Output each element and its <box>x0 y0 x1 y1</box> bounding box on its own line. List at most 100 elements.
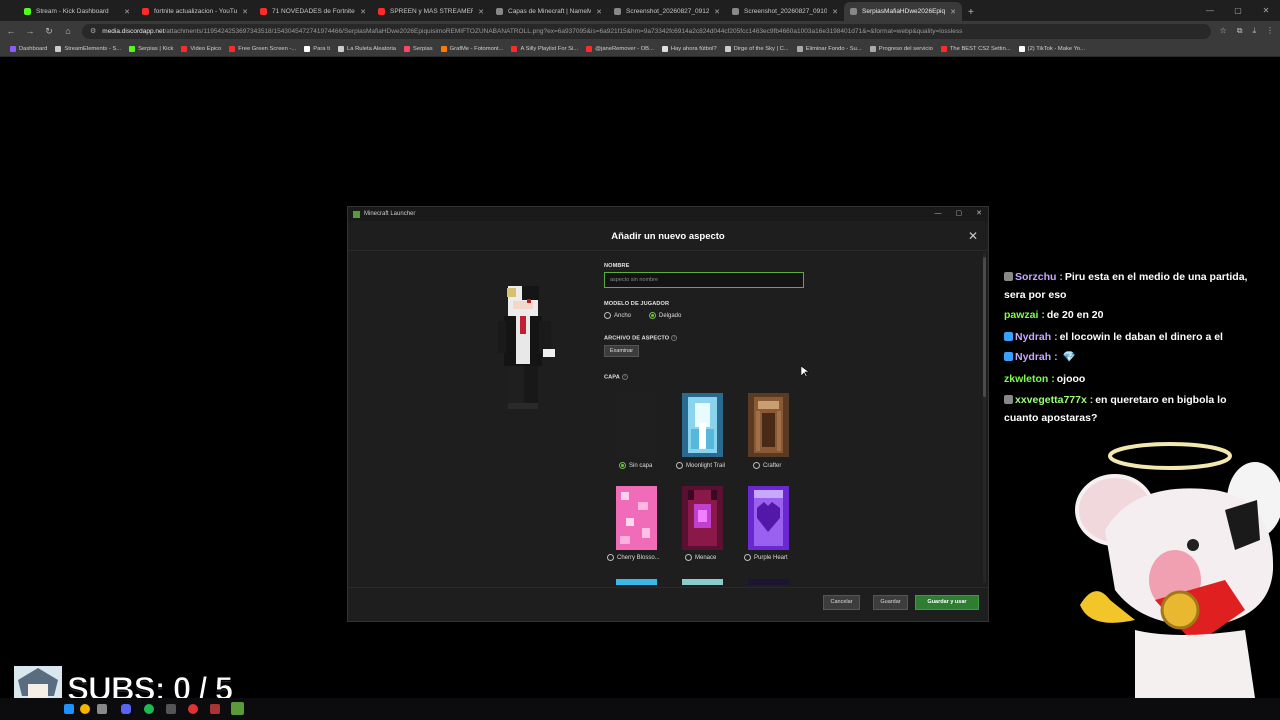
skin-preview[interactable] <box>498 283 560 413</box>
help-icon[interactable]: ? <box>671 335 678 341</box>
bookmark-item[interactable]: GrafMe - Fotomont... <box>437 45 508 52</box>
reload-icon[interactable]: ↻ <box>44 26 54 37</box>
tab-close-icon[interactable]: ✕ <box>360 8 366 16</box>
skin-name-input[interactable]: aspecto sin nombre <box>604 272 804 288</box>
browser-tab[interactable]: Capas de Minecraft | NameMC ✕ <box>490 2 608 21</box>
address-bar[interactable]: ⚙ media.discordapp.net/attachments/11954… <box>82 23 1211 39</box>
save-and-use-button[interactable]: Guardar y usar <box>915 595 979 610</box>
maximize-icon[interactable]: ▢ <box>956 207 963 221</box>
minimize-icon[interactable]: — <box>935 207 942 221</box>
browser-tab[interactable]: fortnite actualizacion - YouTube ✕ <box>136 2 254 21</box>
minecraft-launcher-taskbar-icon[interactable] <box>231 702 244 715</box>
tab-close-icon[interactable]: ✕ <box>478 8 484 16</box>
bookmark-item[interactable]: Dashboard <box>6 45 51 52</box>
taskbar-app-icon[interactable] <box>166 704 176 714</box>
bookmark-item[interactable]: Eliminar Fondo - Su... <box>793 45 866 52</box>
bookmark-item[interactable]: Free Green Screen -... <box>225 45 300 52</box>
cape-sin-capa[interactable] <box>616 393 657 457</box>
tab-close-icon[interactable]: ✕ <box>714 8 720 16</box>
cape-option-cherry-blossom[interactable]: Cherry Blosso... <box>607 554 660 561</box>
cape-option-purple-heart[interactable]: Purple Heart <box>744 554 788 561</box>
cape-option-menace[interactable]: Menace <box>685 554 716 561</box>
tab-title: Screenshot_20260827_091040 <box>744 8 828 15</box>
bookmark-item[interactable]: Progreso del servicio <box>866 45 937 52</box>
discord-icon[interactable] <box>121 704 131 714</box>
cancel-button[interactable]: Cancelar <box>823 595 860 610</box>
tab-title: SerpiasMafiaHDwe2026Epiquis <box>862 8 946 15</box>
cape-option-crafter[interactable]: Crafter <box>753 462 781 469</box>
browser-tab[interactable]: 71 NOVEDADES de Fortnite ✕ <box>254 2 372 21</box>
extensions-icon[interactable]: ⧉ <box>1237 26 1243 36</box>
bookmark-item[interactable]: Para ti <box>300 45 334 52</box>
menu-icon[interactable]: ⋮ <box>1266 26 1274 36</box>
tab-favicon-icon <box>378 8 385 15</box>
bookmark-item[interactable]: The BEST CS2 Settin... <box>937 45 1015 52</box>
bookmark-item[interactable]: StreamElements - S... <box>51 45 125 52</box>
taskbar-app-icon[interactable] <box>97 704 107 714</box>
help-icon[interactable]: ? <box>621 374 628 380</box>
bookmark-item[interactable]: La Ruleta Aleatoria <box>334 45 400 52</box>
cape-crafter[interactable] <box>748 393 789 457</box>
bookmark-item[interactable]: Serpias <box>400 45 437 52</box>
model-option-wide[interactable]: Ancho <box>604 312 631 319</box>
maximize-icon[interactable]: ▢ <box>1224 0 1252 20</box>
model-option-slim[interactable]: Delgado <box>649 312 681 319</box>
browse-button[interactable]: Examinar <box>604 345 639 357</box>
tab-close-icon[interactable]: ✕ <box>124 8 130 16</box>
obs-icon[interactable] <box>188 704 198 714</box>
tab-close-icon[interactable]: ✕ <box>242 8 248 16</box>
chat-text: Piru esta en el medio de una partida, <box>1064 271 1248 283</box>
forward-icon[interactable]: → <box>25 26 35 36</box>
dialog-close-icon[interactable]: ✕ <box>968 229 978 243</box>
bookmark-item[interactable]: Video Epico <box>177 45 225 52</box>
browser-tab[interactable]: SerpiasMafiaHDwe2026Epiquis ✕ <box>844 2 962 21</box>
windows-start-icon[interactable] <box>64 704 74 714</box>
minimize-icon[interactable]: — <box>1196 0 1224 20</box>
browser-tab[interactable]: Screenshot_20260827_091241 ✕ <box>608 2 726 21</box>
cape-option-sin-capa[interactable]: Sin capa <box>619 462 652 469</box>
bookmark-item[interactable]: Dirge of the Sky | C... <box>721 45 793 52</box>
cape-menace[interactable] <box>682 486 723 550</box>
bookmark-label: GrafMe - Fotomont... <box>449 45 504 52</box>
bookmark-label: Para ti <box>313 45 331 52</box>
save-button[interactable]: Guardar <box>873 595 908 610</box>
radio-selected-icon <box>649 312 656 319</box>
browser-tab[interactable]: Screenshot_20260827_091040 ✕ <box>726 2 844 21</box>
chrome-icon[interactable] <box>80 704 90 714</box>
cape-partial[interactable] <box>682 579 723 585</box>
bookmark-star-icon[interactable]: ☆ <box>1220 26 1227 36</box>
bookmark-item[interactable]: A Silly Playlist For Si... <box>507 45 582 52</box>
radio-icon <box>607 554 614 561</box>
window-close-icon[interactable]: ✕ <box>976 207 982 221</box>
download-icon[interactable]: ⤓ <box>1252 26 1256 36</box>
cape-option-moonlight-trail[interactable]: Moonlight Trail <box>676 462 725 469</box>
tab-close-icon[interactable]: ✕ <box>950 8 956 16</box>
site-info-icon[interactable]: ⚙ <box>90 27 96 35</box>
tab-title: SPREEN y MÁS STREAMERS D <box>390 8 473 15</box>
bookmark-item[interactable]: @janeRemover - OB... <box>582 45 658 52</box>
bookmark-label: Serpias | Kick <box>138 45 174 52</box>
close-icon[interactable]: ✕ <box>1252 0 1280 20</box>
bookmark-item[interactable]: (2) TikTok - Make Yo... <box>1015 45 1089 52</box>
cape-partial[interactable] <box>748 579 789 585</box>
browser-tab[interactable]: Stream - Kick Dashboard ✕ <box>18 2 136 21</box>
tab-close-icon[interactable]: ✕ <box>596 8 602 16</box>
taskbar-app-icon[interactable] <box>210 704 220 714</box>
tab-close-icon[interactable]: ✕ <box>832 8 838 16</box>
browser-tab-bar: Stream - Kick Dashboard ✕ fortnite actuali… <box>0 0 1280 21</box>
back-icon[interactable]: ← <box>6 26 16 36</box>
scrollbar-thumb[interactable] <box>983 257 986 397</box>
browser-tab[interactable]: SPREEN y MÁS STREAMERS D ✕ <box>372 2 490 21</box>
cape-purple-heart[interactable] <box>748 486 789 550</box>
cape-moonlight-trail[interactable] <box>682 393 723 457</box>
bookmark-item[interactable]: Serpias | Kick <box>125 45 177 52</box>
bookmark-item[interactable]: Hay ahora fútbol? <box>658 45 721 52</box>
tab-favicon-icon <box>732 8 739 15</box>
cape-partial[interactable] <box>616 579 657 585</box>
bookmark-label: Dashboard <box>19 45 48 52</box>
cape-cherry-blossom[interactable] <box>616 486 657 550</box>
chat-message: sera por eso <box>1004 286 1066 304</box>
new-tab-icon[interactable]: + <box>962 7 980 21</box>
spotify-icon[interactable] <box>144 704 154 714</box>
home-icon[interactable]: ⌂ <box>63 26 73 36</box>
